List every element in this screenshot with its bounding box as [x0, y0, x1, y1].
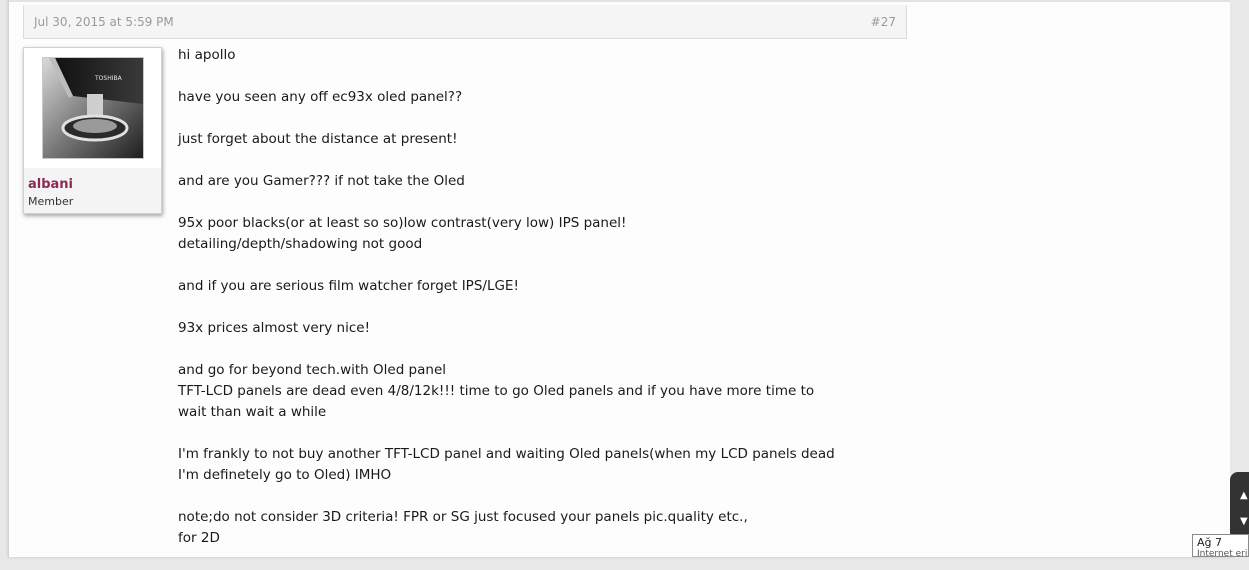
message-paragraph: note;do not consider 3D criteria! FPR or… — [178, 509, 748, 546]
post-header: Jul 30, 2015 at 5:59 PM #27 — [23, 5, 907, 39]
chevron-up-icon[interactable]: ▲ — [1240, 490, 1248, 501]
message-paragraph: I'm frankly to not buy another TFT-LCD p… — [178, 446, 835, 483]
chevron-down-icon[interactable]: ▼ — [1240, 516, 1248, 527]
top-divider — [9, 0, 1231, 2]
post-permalink[interactable]: #27 — [871, 15, 896, 29]
message-paragraph: 95x poor blacks(or at least so so)low co… — [178, 215, 627, 252]
message-body: hi apollo have you seen any off ec93x ol… — [178, 45, 898, 570]
user-card: TOSHIBA albani Member — [23, 47, 162, 214]
message-paragraph: and go for beyond tech.with Oled panel T… — [178, 362, 815, 420]
network-status: Internet erişimi — [1197, 549, 1248, 557]
message-paragraph: hi apollo — [178, 47, 236, 63]
network-notification[interactable]: Ağ 7 Internet erişimi — [1192, 534, 1249, 557]
message-paragraph: 93x prices almost very nice! — [178, 320, 371, 336]
scroll-nav-button[interactable]: ▲ ▼ — [1230, 472, 1249, 540]
avatar-image: TOSHIBA — [43, 58, 143, 158]
message-paragraph: and are you Gamer??? if not take the Ole… — [178, 173, 465, 189]
message-paragraph: and if you are serious film watcher forg… — [178, 278, 519, 294]
message-paragraph: just forget about the distance at presen… — [178, 131, 458, 147]
avatar[interactable]: TOSHIBA — [42, 57, 144, 159]
network-name: Ağ 7 — [1197, 536, 1223, 549]
avatar-brand-text: TOSHIBA — [94, 75, 123, 82]
post-date[interactable]: Jul 30, 2015 at 5:59 PM — [34, 15, 174, 29]
username-link[interactable]: albani — [28, 177, 73, 192]
user-title: Member — [28, 195, 74, 208]
page-container: Jul 30, 2015 at 5:59 PM #27 TOSHIBA alba… — [8, 0, 1232, 557]
message-paragraph: have you seen any off ec93x oled panel?? — [178, 89, 463, 105]
